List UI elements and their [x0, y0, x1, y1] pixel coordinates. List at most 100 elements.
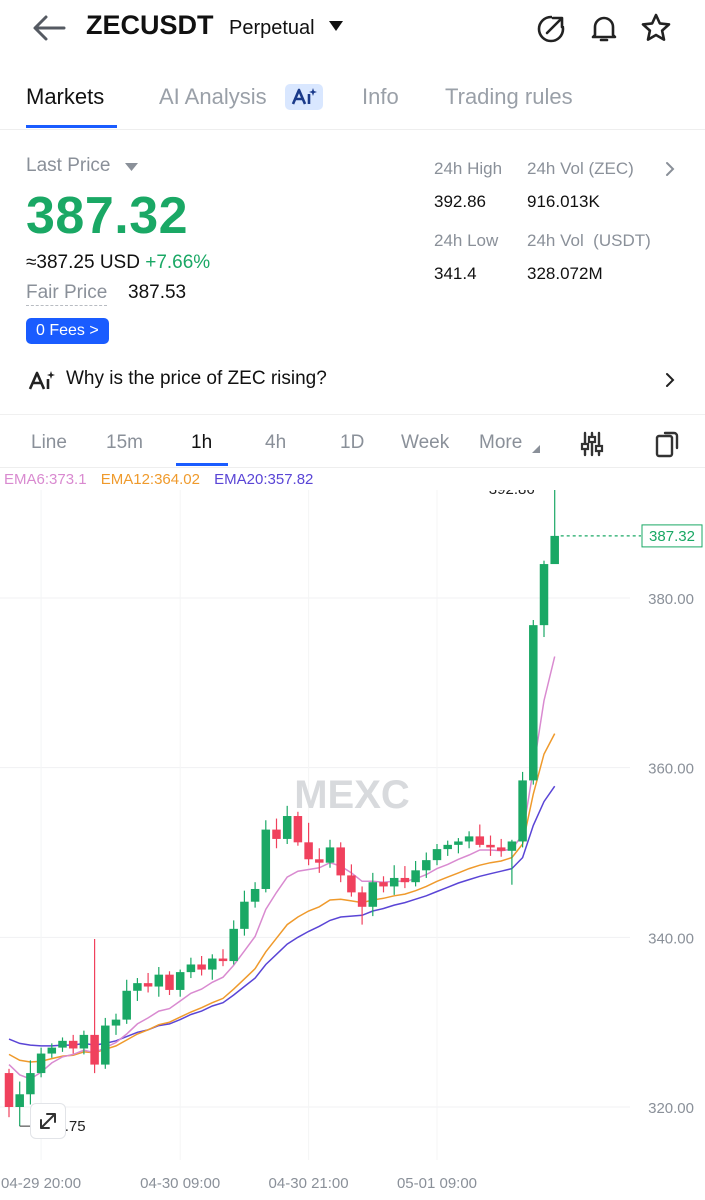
- chevron-right-icon[interactable]: [664, 371, 676, 389]
- candle-body: [379, 882, 388, 887]
- candle-body: [68, 1040, 78, 1049]
- contract-type-selector[interactable]: Perpetual: [229, 17, 315, 40]
- candle-body: [111, 1019, 121, 1026]
- candle-body: [411, 870, 420, 883]
- tab-trading-rules[interactable]: Trading rules: [445, 84, 573, 110]
- ema-legend: EMA6:373.1 EMA12:364.02 EMA20:357.82: [4, 471, 313, 488]
- candle-body: [272, 829, 281, 839]
- candle-body: [464, 836, 474, 842]
- vol-usdt-24h-label: 24h Vol (USDT): [527, 231, 651, 250]
- candle-body: [518, 780, 527, 842]
- zero-fees-badge[interactable]: 0 Fees >: [26, 318, 109, 344]
- candle-body: [240, 901, 249, 929]
- timeframe-more[interactable]: More: [479, 432, 522, 454]
- section-divider: [0, 414, 705, 415]
- candle-body: [101, 1025, 110, 1065]
- candle-body: [15, 1094, 24, 1107]
- candle-body: [486, 844, 495, 848]
- high-marker-label: 392.86: [489, 490, 535, 498]
- ai-sparkle-icon: [291, 88, 317, 105]
- expand-chart-button[interactable]: [30, 1103, 66, 1139]
- candle-body: [304, 842, 313, 860]
- candle-body: [26, 1073, 35, 1095]
- x-axis-tick-label: 04-30 09:00: [140, 1175, 220, 1192]
- tab-info[interactable]: Info: [362, 84, 399, 110]
- candle-body: [539, 564, 549, 626]
- vol-usdt-24h-value: 328.072M: [527, 264, 603, 283]
- caret-down-icon[interactable]: [328, 20, 344, 32]
- candle-body: [529, 625, 538, 781]
- high-24h-value: 392.86: [434, 192, 486, 211]
- fair-price-label[interactable]: Fair Price: [26, 282, 108, 306]
- y-axis-tick-label: 340.00: [648, 930, 694, 947]
- y-axis-tick-label: 380.00: [648, 591, 694, 608]
- candle-body: [122, 990, 131, 1020]
- candle-body: [36, 1053, 46, 1074]
- timeframe-1d[interactable]: 1D: [340, 432, 364, 454]
- candle-body: [250, 888, 260, 902]
- candle-body: [325, 847, 335, 863]
- ai-sparkle-icon: [28, 371, 55, 390]
- watermark-text: MEXC: [294, 773, 410, 817]
- caret-down-icon[interactable]: [124, 162, 139, 172]
- usd-price-line: ≈387.25 USD +7.66%: [26, 252, 210, 274]
- timeframe-4h[interactable]: 4h: [265, 432, 286, 454]
- low-24h-value: 341.4: [434, 264, 477, 283]
- timeframe-line[interactable]: Line: [31, 432, 67, 454]
- low-24h-label: 24h Low: [434, 231, 499, 250]
- pair-title[interactable]: ZECUSDT: [86, 10, 214, 41]
- high-24h-label: 24h High: [434, 159, 503, 178]
- ema20-label: EMA20:357.82: [214, 471, 314, 488]
- timeframe-1h[interactable]: 1h: [191, 432, 212, 454]
- candle-body: [422, 860, 431, 871]
- vol-zec-24h-label: 24h Vol (ZEC): [527, 159, 634, 178]
- indicator-settings-icon[interactable]: [578, 430, 606, 458]
- star-icon[interactable]: [640, 12, 672, 44]
- ai-badge[interactable]: [285, 84, 323, 110]
- caret-down-icon[interactable]: [531, 445, 541, 453]
- vol-zec-24h-value: 916.013K: [527, 192, 600, 211]
- candle-body: [293, 816, 303, 843]
- candle-body: [165, 974, 174, 990]
- tab-ai-analysis[interactable]: AI Analysis: [159, 84, 267, 110]
- why-price-rising-row[interactable]: Why is the price of ZEC rising?: [0, 360, 705, 402]
- candlestick-chart[interactable]: MEXC 320.00 340.00 360.00 380.00 04-29 20:00 0…: [0, 490, 705, 1200]
- candle-body: [315, 859, 324, 863]
- candle-body: [475, 836, 485, 845]
- tab-markets[interactable]: Markets: [26, 84, 104, 110]
- last-price-tag: 387.32: [649, 528, 695, 545]
- candle-body: [357, 892, 367, 907]
- candle-body: [496, 847, 506, 851]
- candle-body: [347, 875, 356, 893]
- active-timeframe-indicator: [176, 463, 228, 466]
- candle-body: [507, 841, 517, 851]
- price-change-percent: +7.66%: [145, 252, 211, 273]
- candle-body: [90, 1034, 99, 1065]
- timeframe-week[interactable]: Week: [401, 432, 449, 454]
- back-arrow-icon[interactable]: [30, 12, 66, 44]
- candle-body: [432, 849, 442, 861]
- ema12-line: [8, 733, 556, 1063]
- chevron-right-icon[interactable]: [664, 160, 676, 178]
- candle-body: [389, 877, 399, 887]
- candle-body: [47, 1047, 57, 1054]
- candle-body: [368, 882, 378, 907]
- bell-icon[interactable]: [588, 12, 620, 44]
- candle-body: [186, 964, 196, 973]
- candle-body: [261, 829, 271, 889]
- x-axis-tick-label: 05-01 09:00: [397, 1175, 477, 1192]
- timeframe-15m[interactable]: 15m: [106, 432, 143, 454]
- why-price-rising-text[interactable]: Why is the price of ZEC rising?: [66, 368, 327, 390]
- last-price-label[interactable]: Last Price: [26, 155, 110, 177]
- candle-body: [133, 983, 142, 991]
- candle-body: [400, 877, 410, 883]
- share-icon[interactable]: [535, 12, 567, 44]
- candle-body: [229, 928, 238, 962]
- candle-body: [79, 1034, 89, 1049]
- landscape-mode-icon[interactable]: [652, 430, 680, 458]
- candle-body: [143, 983, 153, 987]
- x-axis-tick-label: 04-30 21:00: [269, 1175, 349, 1192]
- last-price-value: 387.32: [26, 187, 189, 245]
- ema6-label: EMA6:373.1: [4, 471, 87, 488]
- candle-body: [154, 974, 164, 987]
